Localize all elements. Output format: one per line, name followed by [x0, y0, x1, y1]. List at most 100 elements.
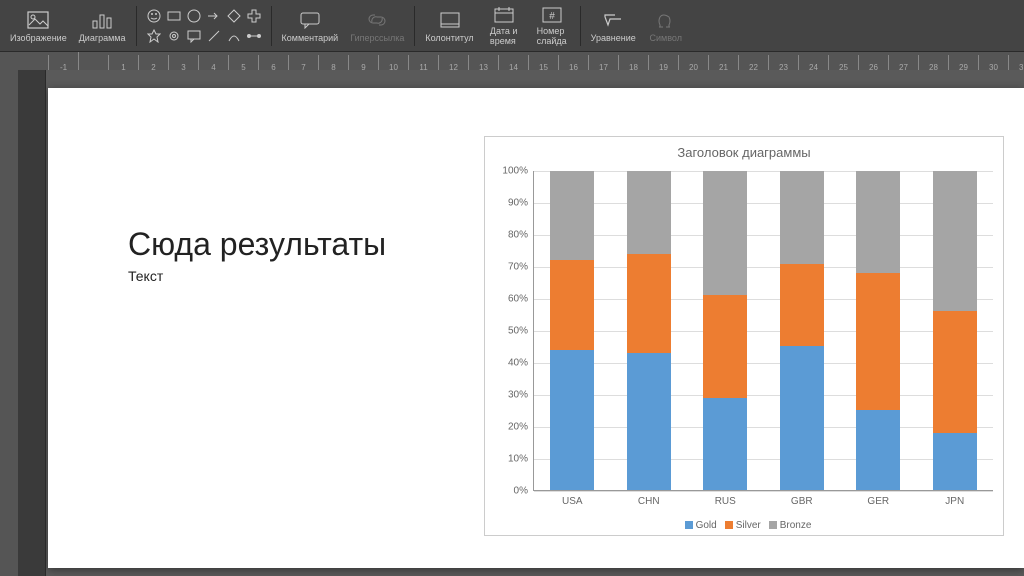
horizontal-ruler: -112345678910111213141516171819202122232… [0, 52, 1024, 70]
x-tick: CHN [638, 496, 660, 507]
symbol-icon [655, 9, 677, 31]
chart-title: Заголовок диаграммы [485, 137, 1003, 164]
bar-column: GBR [780, 171, 824, 490]
hyperlink-button: Гиперссылка [344, 2, 410, 50]
y-tick: 90% [508, 198, 528, 209]
separator [271, 6, 272, 46]
shape-arrow-icon[interactable] [205, 7, 223, 25]
shape-rect-icon[interactable] [165, 7, 183, 25]
y-tick: 80% [508, 230, 528, 241]
slide-subtitle[interactable]: Текст [128, 268, 163, 284]
separator [414, 6, 415, 46]
chart-button[interactable]: Диаграмма [73, 2, 132, 50]
hyperlink-icon [366, 9, 388, 31]
bar-segment-bronze [550, 171, 594, 260]
bar-segment-gold [856, 410, 900, 490]
bar-column: USA [550, 171, 594, 490]
vertical-ruler [0, 70, 18, 576]
y-tick: 20% [508, 422, 528, 433]
bar-column: JPN [933, 171, 977, 490]
x-tick: GBR [791, 496, 813, 507]
shape-circle-icon[interactable] [185, 7, 203, 25]
shape-connector-icon[interactable] [245, 27, 263, 45]
hyperlink-label: Гиперссылка [350, 33, 404, 43]
shape-curve-icon[interactable] [225, 27, 243, 45]
symbol-button: Символ [642, 2, 690, 50]
header-footer-button[interactable]: Колонтитул [419, 2, 479, 50]
legend-label: Gold [696, 520, 717, 531]
separator [136, 6, 137, 46]
chart[interactable]: Заголовок диаграммы 0%10%20%30%40%50%60%… [484, 136, 1004, 536]
legend-label: Silver [736, 520, 761, 531]
chart-label: Диаграмма [79, 33, 126, 43]
y-tick: 70% [508, 262, 528, 273]
chart-plot-area: 0%10%20%30%40%50%60%70%80%90%100%USACHNR… [533, 171, 993, 491]
shape-gear-icon[interactable] [165, 27, 183, 45]
symbol-label: Символ [650, 33, 682, 43]
date-time-button[interactable]: Дата ивремя [480, 2, 528, 50]
bar-column: GER [856, 171, 900, 490]
bar-segment-bronze [627, 171, 671, 254]
bar-segment-silver [550, 260, 594, 349]
image-label: Изображение [10, 33, 67, 43]
chart-legend: Gold Silver Bronze [485, 520, 1003, 531]
bar-segment-bronze [856, 171, 900, 273]
y-tick: 100% [502, 166, 528, 177]
legend-label: Bronze [780, 520, 812, 531]
header-footer-label: Колонтитул [425, 33, 473, 43]
bar-segment-silver [627, 254, 671, 353]
comment-label: Комментарий [282, 33, 339, 43]
x-tick: GER [867, 496, 889, 507]
chart-icon [91, 9, 113, 31]
hash-icon: # [541, 6, 563, 24]
bar-segment-gold [780, 346, 824, 490]
bar-segment-bronze [933, 171, 977, 311]
comment-icon [299, 9, 321, 31]
slide-title[interactable]: Сюда результаты [128, 226, 386, 263]
bar-segment-bronze [703, 171, 747, 295]
toolbar: Изображение Диаграмма Комментарий Гиперс… [0, 0, 1024, 52]
bar-segment-gold [550, 350, 594, 490]
bar-segment-gold [703, 398, 747, 491]
date-time-label: Дата ивремя [490, 26, 517, 46]
bar-column: RUS [703, 171, 747, 490]
slide-thumbnail-panel[interactable] [18, 70, 46, 576]
workspace: Сюда результаты Текст Заголовок диаграмм… [0, 70, 1024, 576]
slide-number-label: Номерслайда [537, 26, 567, 46]
y-tick: 60% [508, 294, 528, 305]
shape-smiley-icon[interactable] [145, 7, 163, 25]
shape-callout-icon[interactable] [185, 27, 203, 45]
calendar-icon [493, 6, 515, 24]
canvas-area[interactable]: Сюда результаты Текст Заголовок диаграмм… [46, 70, 1024, 576]
shapes-grid [141, 3, 267, 49]
y-tick: 40% [508, 358, 528, 369]
x-tick: RUS [715, 496, 736, 507]
shape-diamond-icon[interactable] [225, 7, 243, 25]
equation-button[interactable]: Уравнение [585, 2, 642, 50]
y-tick: 0% [514, 486, 528, 497]
bar-column: CHN [627, 171, 671, 490]
bar-segment-gold [627, 353, 671, 490]
image-icon [27, 9, 49, 31]
y-tick: 50% [508, 326, 528, 337]
bar-segment-silver [703, 295, 747, 397]
y-tick: 10% [508, 454, 528, 465]
bar-segment-bronze [780, 171, 824, 264]
image-button[interactable]: Изображение [4, 2, 73, 50]
bar-segment-silver [933, 311, 977, 432]
separator [580, 6, 581, 46]
slide[interactable]: Сюда результаты Текст Заголовок диаграмм… [48, 88, 1024, 568]
shape-line-icon[interactable] [205, 27, 223, 45]
bar-segment-gold [933, 433, 977, 490]
bar-segment-silver [780, 264, 824, 347]
shape-plus-icon[interactable] [245, 7, 263, 25]
x-tick: JPN [945, 496, 964, 507]
shape-star-icon[interactable] [145, 27, 163, 45]
bar-segment-silver [856, 273, 900, 410]
header-footer-icon [439, 9, 461, 31]
equation-label: Уравнение [591, 33, 636, 43]
x-tick: USA [562, 496, 583, 507]
equation-icon [602, 9, 624, 31]
slide-number-button[interactable]: # Номерслайда [528, 2, 576, 50]
comment-button[interactable]: Комментарий [276, 2, 345, 50]
